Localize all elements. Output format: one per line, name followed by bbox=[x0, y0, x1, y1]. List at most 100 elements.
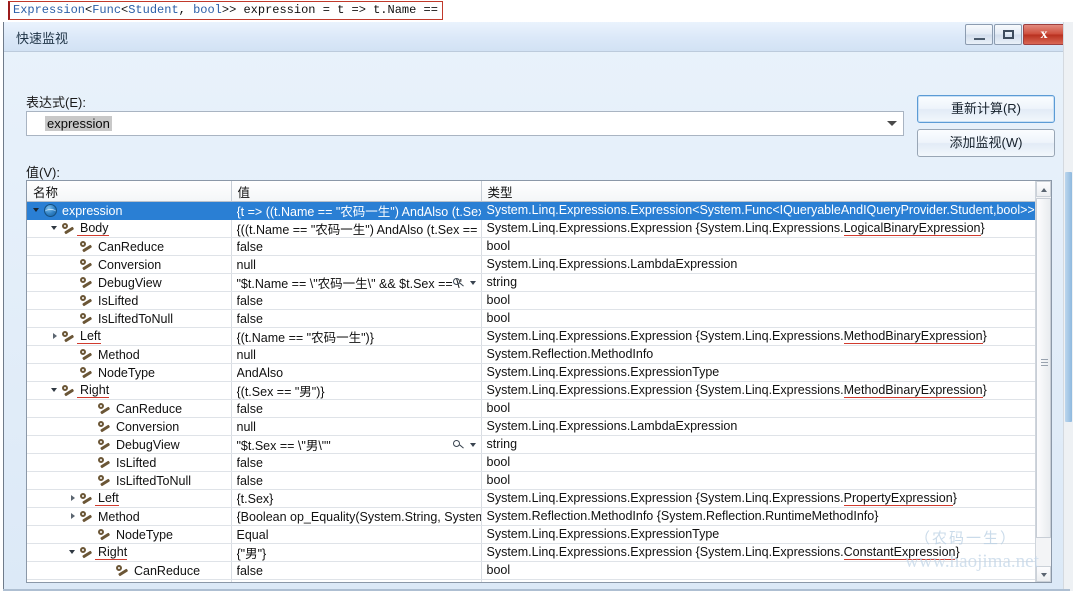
table-row[interactable]: IsLiftedToNullfalsebool bbox=[27, 472, 1037, 490]
maximize-button[interactable] bbox=[994, 24, 1022, 45]
grid-vertical-scrollbar[interactable] bbox=[1035, 181, 1051, 582]
table-row[interactable]: IsLiftedfalsebool bbox=[27, 454, 1037, 472]
code-token: Func bbox=[92, 3, 121, 17]
expression-combobox[interactable]: expression bbox=[26, 111, 904, 136]
table-row[interactable]: CanReducefalsebool bbox=[27, 238, 1037, 256]
expander-collapse-icon[interactable] bbox=[50, 382, 61, 399]
table-row[interactable]: Left{t.Sex}System.Linq.Expressions.Expre… bbox=[27, 490, 1037, 508]
cell-value[interactable]: false bbox=[231, 472, 481, 490]
cell-value[interactable]: AndAlso bbox=[231, 364, 481, 382]
expander-expand-icon[interactable] bbox=[68, 490, 79, 507]
table-row[interactable]: IsLiftedToNullfalsebool bbox=[27, 310, 1037, 328]
cell-value[interactable]: {(t.Name == "农码一生")} bbox=[231, 328, 481, 346]
column-header-name[interactable]: 名称 bbox=[27, 181, 231, 202]
table-row[interactable]: DebugView"$t.Name == \"农码一生\" && $t.Sex … bbox=[27, 274, 1037, 292]
cell-value[interactable]: {t => ((t.Name == "农码一生") AndAlso (t.Sex… bbox=[231, 202, 481, 220]
cell-value[interactable]: {((t.Name == "农码一生") AndAlso (t.Sex == "… bbox=[231, 220, 481, 238]
cell-value[interactable]: "$t.Sex == \"男\"" bbox=[231, 436, 481, 454]
cell-value[interactable]: false bbox=[231, 310, 481, 328]
scroll-thumb[interactable] bbox=[1036, 198, 1051, 538]
cell-name[interactable]: IsLifted bbox=[27, 454, 231, 472]
cell-name[interactable]: Right bbox=[27, 382, 231, 400]
editor-scroll-thumb[interactable] bbox=[1065, 172, 1072, 422]
scroll-down-button[interactable] bbox=[1036, 566, 1051, 582]
cell-name[interactable]: Left bbox=[27, 490, 231, 508]
cell-name[interactable]: CanReduce bbox=[27, 562, 231, 580]
table-row[interactable]: MethodnullSystem.Reflection.MethodInfo bbox=[27, 346, 1037, 364]
cell-value[interactable]: {t.Sex} bbox=[231, 490, 481, 508]
chevron-down-icon[interactable] bbox=[887, 121, 897, 126]
table-row[interactable]: Method{Boolean op_Equality(System.String… bbox=[27, 508, 1037, 526]
cell-name[interactable]: IsLiftedToNull bbox=[27, 310, 231, 328]
close-button[interactable]: x bbox=[1023, 24, 1065, 45]
table-row[interactable]: IsLiftedfalsebool bbox=[27, 292, 1037, 310]
recalculate-button[interactable]: 重新计算(R) bbox=[917, 95, 1055, 123]
visualizer-chevron-down-icon[interactable] bbox=[470, 281, 476, 285]
cell-name[interactable]: NodeType bbox=[27, 526, 231, 544]
table-row[interactable]: NodeTypeAndAlsoSystem.Linq.Expressions.E… bbox=[27, 364, 1037, 382]
cell-name[interactable]: Method bbox=[27, 508, 231, 526]
table-row[interactable]: Left{(t.Name == "农码一生")}System.Linq.Expr… bbox=[27, 328, 1037, 346]
table-row[interactable]: CanReducefalsebool bbox=[27, 562, 1037, 580]
cell-value[interactable]: {Boolean op_Equality(System.String, Syst… bbox=[231, 508, 481, 526]
expander-collapse-icon[interactable] bbox=[68, 544, 79, 561]
cell-name[interactable]: IsLiftedToNull bbox=[27, 472, 231, 490]
table-row[interactable]: Right{(t.Sex == "男")}System.Linq.Express… bbox=[27, 382, 1037, 400]
cell-value[interactable]: {(t.Sex == "男")} bbox=[231, 382, 481, 400]
magnifier-icon[interactable] bbox=[452, 581, 465, 583]
magnifier-icon[interactable] bbox=[452, 275, 465, 290]
cell-value[interactable]: null bbox=[231, 418, 481, 436]
editor-vertical-scrollbar[interactable] bbox=[1063, 22, 1073, 591]
expander-expand-icon[interactable] bbox=[68, 508, 79, 525]
expression-input-value[interactable]: expression bbox=[45, 116, 112, 131]
cell-value[interactable]: false bbox=[231, 400, 481, 418]
cell-name[interactable]: Left bbox=[27, 328, 231, 346]
cell-value[interactable]: false bbox=[231, 454, 481, 472]
expander-collapse-icon[interactable] bbox=[32, 202, 43, 219]
cell-name[interactable]: Body bbox=[27, 220, 231, 238]
cell-value[interactable]: false bbox=[231, 562, 481, 580]
cell-value[interactable]: "\"男\"" bbox=[231, 580, 481, 584]
cell-name[interactable]: CanReduce bbox=[27, 400, 231, 418]
minimize-button[interactable] bbox=[965, 24, 993, 45]
row-name: Body bbox=[77, 221, 109, 236]
cell-name[interactable]: DebugView bbox=[27, 274, 231, 292]
cell-name[interactable]: Right bbox=[27, 544, 231, 562]
cell-name[interactable]: Conversion bbox=[27, 256, 231, 274]
cell-value[interactable]: Equal bbox=[231, 526, 481, 544]
table-row[interactable]: CanReducefalsebool bbox=[27, 400, 1037, 418]
cell-value[interactable]: null bbox=[231, 346, 481, 364]
cell-name[interactable]: expression bbox=[27, 202, 231, 220]
visualizer-chevron-down-icon[interactable] bbox=[470, 443, 476, 447]
cell-name[interactable]: Conversion bbox=[27, 418, 231, 436]
table-row[interactable]: ConversionnullSystem.Linq.Expressions.La… bbox=[27, 418, 1037, 436]
row-type: System.Linq.Expressions.ExpressionType bbox=[482, 364, 1037, 381]
add-watch-button[interactable]: 添加监视(W) bbox=[917, 129, 1055, 157]
cell-value[interactable]: false bbox=[231, 292, 481, 310]
cell-value[interactable]: {"男"} bbox=[231, 544, 481, 562]
scroll-up-button[interactable] bbox=[1036, 181, 1051, 197]
cell-name[interactable]: DebugView bbox=[27, 436, 231, 454]
cell-name[interactable]: IsLifted bbox=[27, 292, 231, 310]
cell-name[interactable]: CanReduce bbox=[27, 238, 231, 256]
cell-value[interactable]: null bbox=[231, 256, 481, 274]
expander-collapse-icon[interactable] bbox=[50, 220, 61, 237]
table-row[interactable]: Body {((t.Name == "农码一生") AndAlso (t.Sex … bbox=[27, 220, 1037, 238]
cell-name[interactable]: NodeType bbox=[27, 364, 231, 382]
column-header-value[interactable]: 值 bbox=[231, 181, 481, 202]
table-row[interactable]: Right{"男"}System.Linq.Expressions.Expres… bbox=[27, 544, 1037, 562]
column-header-type[interactable]: 类型 bbox=[481, 181, 1037, 202]
expander-expand-icon[interactable] bbox=[50, 328, 61, 345]
table-row[interactable]: NodeTypeEqualSystem.Linq.Expressions.Exp… bbox=[27, 526, 1037, 544]
table-row[interactable]: DebugView"$t.Sex == \"男\""string bbox=[27, 436, 1037, 454]
cell-value[interactable]: "$t.Name == \"农码一生\" && $t.Sex == \' bbox=[231, 274, 481, 292]
cell-name[interactable]: DebugView bbox=[27, 580, 231, 584]
table-row[interactable]: DebugView"\"男\""string bbox=[27, 580, 1037, 584]
cell-value[interactable]: false bbox=[231, 238, 481, 256]
table-row[interactable]: expression{t => ((t.Name == "农码一生") AndA… bbox=[27, 202, 1037, 220]
row-name: CanReduce bbox=[95, 240, 164, 254]
cell-name[interactable]: Method bbox=[27, 346, 231, 364]
expander-placeholder bbox=[86, 472, 97, 489]
magnifier-icon[interactable] bbox=[452, 437, 465, 452]
table-row[interactable]: ConversionnullSystem.Linq.Expressions.La… bbox=[27, 256, 1037, 274]
